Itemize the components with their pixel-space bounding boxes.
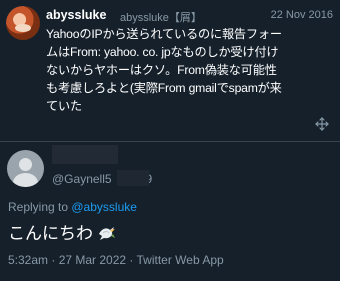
quoted-text-line: ないからヤホーはクソ。From偽装な可能性 [46, 63, 277, 77]
dove-icon [99, 227, 115, 240]
quoted-handle[interactable]: abyssluke【屑】 [120, 9, 202, 25]
quoted-text-line: ムはFrom: yahoo. co. jpなものしか受け付け [46, 45, 279, 59]
quoted-date[interactable]: 22 Nov 2016 [271, 9, 333, 21]
reply-timestamp-source[interactable]: 5:32am · 27 Mar 2022 · Twitter Web App [8, 253, 224, 267]
divider [0, 141, 340, 142]
reply-text: こんにちわ [8, 219, 117, 244]
reply-mention-link[interactable]: @abyssluke [71, 200, 137, 214]
avatar-body-shape [13, 173, 38, 187]
quoted-text: YahooのIPから送られているのに報告フォー ムはFrom: yahoo. c… [46, 25, 334, 115]
quoted-tweet[interactable]: abyssluke abyssluke【屑】 22 Nov 2016 Yahoo… [0, 0, 340, 141]
reply-text-content: こんにちわ [8, 224, 93, 243]
replying-to-prefix: Replying to [8, 200, 72, 214]
quoted-avatar[interactable] [6, 6, 40, 40]
move-arrows-icon[interactable] [315, 117, 329, 131]
redacted-display-name [52, 145, 118, 164]
quoted-text-line: YahooのIPから送られているのに報告フォー [46, 27, 282, 41]
replying-to: Replying to @abyssluke [8, 200, 137, 214]
reply-handle-text[interactable]: @Gaynell5 [52, 172, 112, 186]
redacted-handle [117, 170, 149, 186]
reply-avatar[interactable] [7, 150, 44, 187]
quoted-display-name[interactable]: abyssluke [46, 8, 106, 22]
quoted-text-line: も考慮しろよと(実際From gmailでspamが来 [46, 81, 282, 95]
quoted-text-line: ていた [46, 99, 82, 113]
avatar-head-shape [19, 158, 32, 171]
